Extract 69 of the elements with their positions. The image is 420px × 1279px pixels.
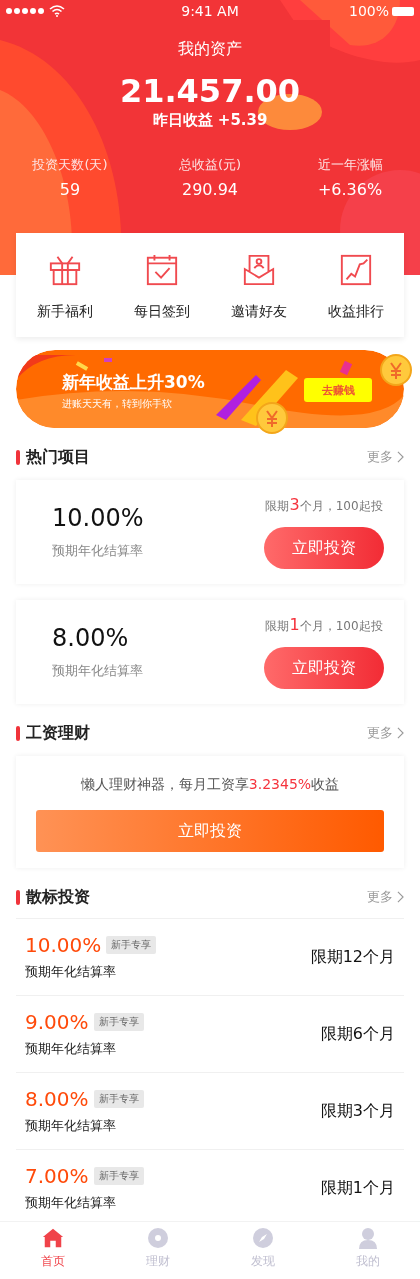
term-info: 限期3个月，100起投	[265, 495, 383, 515]
stat-label: 总收益(元)	[178, 156, 242, 174]
more-link[interactable]: 更多	[367, 724, 393, 742]
chevron-right-icon[interactable]	[397, 451, 404, 463]
chevron-right-icon[interactable]	[397, 891, 404, 903]
salary-description: 懒人理财神器，每月工资享3.2345%收益	[80, 776, 340, 794]
section-title: 热门项目	[26, 446, 90, 468]
coin-icon	[380, 354, 412, 386]
invest-button[interactable]: 立即投资	[36, 810, 384, 852]
rate-label: 预期年化结算率	[25, 1040, 117, 1058]
rate-value: 7.00%	[25, 1164, 89, 1188]
shortcut-label[interactable]: 新手福利	[36, 303, 93, 321]
term-info: 限期1个月	[320, 1177, 395, 1199]
home-icon	[41, 1227, 64, 1249]
rate-label: 预期年化结算率	[25, 1117, 117, 1135]
wifi-icon	[49, 5, 65, 17]
term-info: 限期3个月	[320, 1100, 395, 1122]
shortcut-label[interactable]: 邀请好友	[230, 303, 287, 321]
rate-label: 预期年化结算率	[25, 963, 117, 981]
calendar-check-icon[interactable]	[144, 253, 179, 287]
stat-value: 59	[59, 180, 81, 199]
term-info: 限期 1个月，100起投	[265, 615, 383, 635]
battery-level: 100%	[348, 3, 389, 19]
invest-button[interactable]: 立即投资	[264, 527, 384, 569]
rate-value: 9.00%	[25, 1010, 89, 1034]
stat-label: 近一年涨幅	[317, 156, 383, 174]
envelope-person-icon[interactable]	[241, 253, 276, 287]
tab-item[interactable]: 理财	[105, 1222, 210, 1279]
invest-button[interactable]: 立即投资	[264, 647, 384, 689]
stat-value: +6.36%	[317, 180, 383, 199]
rate-value: 10.00%	[52, 504, 145, 532]
stat-value: 290.94	[182, 180, 238, 199]
more-link[interactable]: 更多	[367, 888, 393, 906]
rate-value: 8.00%	[52, 624, 130, 652]
newbie-tag: 新手专享	[93, 1167, 144, 1185]
section-title: 工资理财	[26, 722, 90, 744]
tab-item[interactable]: 发现	[210, 1222, 315, 1279]
battery-icon	[392, 6, 414, 16]
rate-label: 预期年化结算率	[52, 662, 144, 680]
earn-button[interactable]: 去赚钱	[304, 378, 372, 402]
status-time: 9:41 AM	[180, 3, 240, 19]
signal-icon	[6, 8, 44, 14]
rate-value: 10.00%	[25, 933, 102, 957]
banner-headline: 新年收益上升30%	[62, 371, 205, 394]
tab-item[interactable]: 我的	[315, 1222, 420, 1279]
newbie-tag: 新手专享	[93, 1090, 144, 1108]
compass-icon	[251, 1227, 274, 1249]
profile-icon	[356, 1227, 379, 1249]
yesterday-earnings: 昨日收益 +5.39	[152, 111, 268, 130]
coin-icon	[146, 1227, 169, 1249]
newbie-tag: 新手专享	[106, 936, 157, 954]
shortcut-label[interactable]: 收益排行	[327, 303, 384, 321]
stat-label: 投资天数(天)	[32, 156, 108, 174]
tab-item[interactable]: 首页	[0, 1222, 105, 1279]
line-chart-icon[interactable]	[338, 253, 373, 287]
rate-label: 预期年化结算率	[25, 1194, 117, 1212]
coin-icon	[256, 402, 288, 434]
rate-label: 预期年化结算率	[52, 542, 144, 560]
term-info: 限期12个月	[310, 946, 395, 968]
asset-amount: 21.457.00	[119, 72, 301, 110]
shortcut-label[interactable]: 每日签到	[133, 303, 190, 321]
chevron-right-icon[interactable]	[397, 727, 404, 739]
term-info: 限期6个月	[320, 1023, 395, 1045]
section-title: 散标投资	[26, 886, 90, 908]
more-link[interactable]: 更多	[367, 448, 393, 466]
newbie-tag: 新手专享	[93, 1013, 144, 1031]
rate-value: 8.00%	[25, 1087, 89, 1111]
page-title: 我的资产	[178, 39, 242, 60]
banner-subtitle: 进账天天有，转到你手软	[62, 397, 173, 411]
